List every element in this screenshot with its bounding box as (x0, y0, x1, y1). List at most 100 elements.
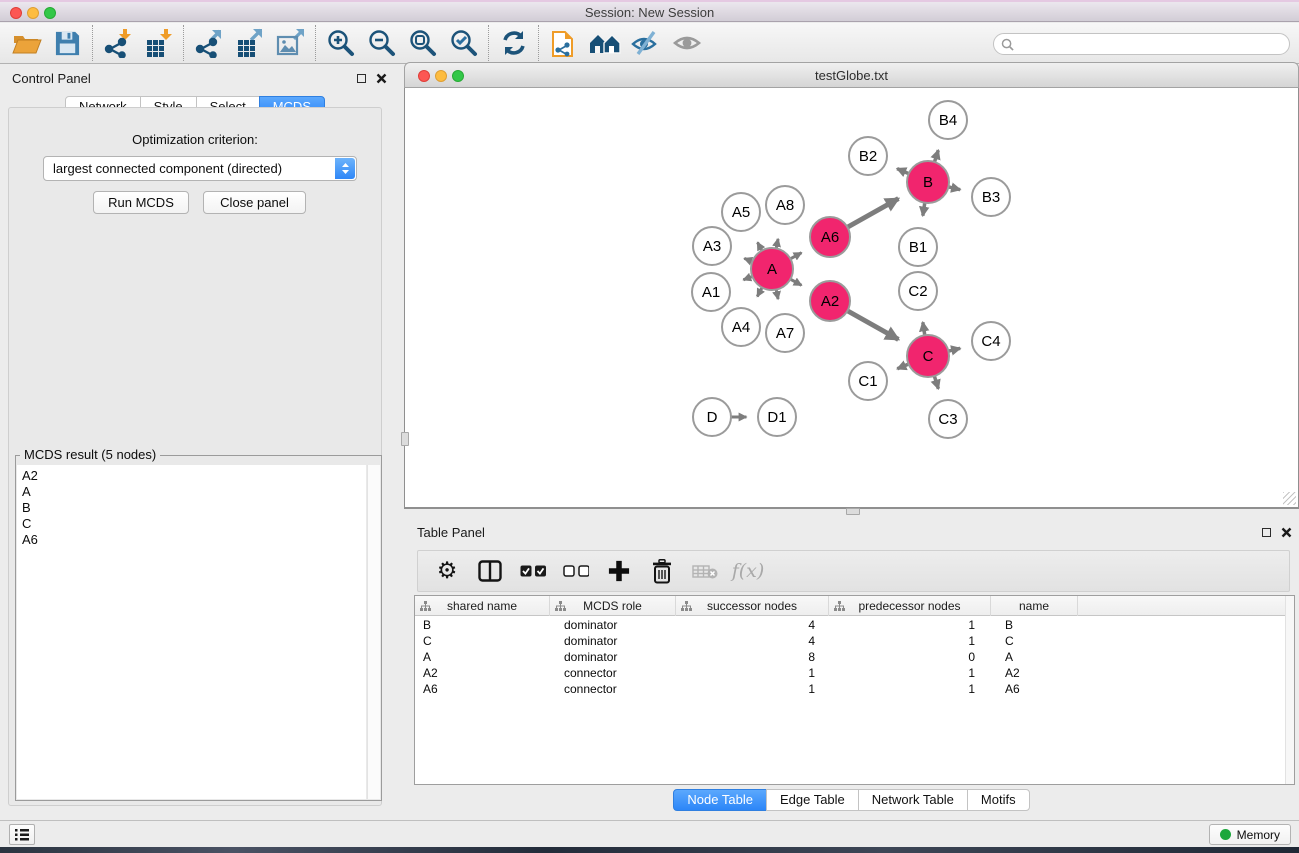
close-panel-icon[interactable] (376, 73, 387, 84)
mcds-result-list[interactable]: A2ABCA6 (17, 465, 366, 799)
node-A2[interactable]: A2 (810, 281, 850, 321)
cell-shared-name[interactable]: A2 (415, 665, 550, 681)
node-D1[interactable]: D1 (758, 398, 796, 436)
node-B4[interactable]: B4 (929, 101, 967, 139)
column-header-successor-nodes[interactable]: successor nodes (676, 596, 829, 616)
zoom-fit-button[interactable] (402, 24, 443, 62)
node-A4[interactable]: A4 (722, 308, 760, 346)
cell-name[interactable]: C (991, 633, 1078, 649)
table-row[interactable]: A6connector11A6 (415, 681, 1285, 697)
cell-predecessor-nodes[interactable]: 1 (829, 681, 991, 697)
save-session-button[interactable] (47, 24, 88, 62)
cell-successor-nodes[interactable]: 1 (676, 665, 829, 681)
cell-predecessor-nodes[interactable]: 1 (829, 617, 991, 633)
task-history-button[interactable] (9, 824, 35, 845)
network-canvas[interactable]: A A1 A2 A3 A4 A5 A6 A7 A8 B B1 B2 B3 B4 C C1 C2 C3 C4 D D1 (404, 88, 1299, 509)
node-D[interactable]: D (693, 398, 731, 436)
zoom-in-button[interactable] (320, 24, 361, 62)
table-row[interactable]: Adominator80A (415, 649, 1285, 665)
cell-MCDS-role[interactable]: dominator (550, 633, 676, 649)
result-item[interactable]: A6 (22, 532, 366, 548)
cell-shared-name[interactable]: B (415, 617, 550, 633)
delete-column-button[interactable] (649, 556, 675, 586)
cell-MCDS-role[interactable]: connector (550, 681, 676, 697)
network-window-titlebar[interactable]: testGlobe.txt (404, 62, 1299, 88)
memory-button[interactable]: Memory (1209, 824, 1291, 845)
cell-shared-name[interactable]: A (415, 649, 550, 665)
column-header-predecessor-nodes[interactable]: predecessor nodes (829, 596, 991, 616)
zoom-out-button[interactable] (361, 24, 402, 62)
cell-MCDS-role[interactable]: connector (550, 665, 676, 681)
table-close-icon[interactable] (1281, 527, 1292, 538)
table-row[interactable]: A2connector11A2 (415, 665, 1285, 681)
split-columns-button[interactable] (477, 556, 503, 586)
column-header-MCDS-role[interactable]: MCDS role (550, 596, 676, 616)
result-item[interactable]: A2 (22, 468, 366, 484)
column-header-name[interactable]: name (991, 596, 1078, 616)
column-header-shared-name[interactable]: shared name (415, 596, 550, 616)
cell-name[interactable]: A (991, 649, 1078, 665)
node-C2[interactable]: C2 (899, 272, 937, 310)
table-settings-button[interactable]: ⚙ (434, 556, 460, 586)
node-B3[interactable]: B3 (972, 178, 1010, 216)
cell-shared-name[interactable]: C (415, 633, 550, 649)
close-panel-button[interactable]: Close panel (203, 191, 306, 214)
resize-grip[interactable] (1283, 492, 1296, 505)
search-field[interactable] (993, 33, 1290, 55)
add-column-button[interactable] (606, 556, 632, 586)
result-item[interactable]: C (22, 516, 366, 532)
cell-predecessor-nodes[interactable]: 1 (829, 633, 991, 649)
result-item[interactable]: B (22, 500, 366, 516)
table-row[interactable]: Bdominator41B (415, 617, 1285, 633)
node-B1[interactable]: B1 (899, 228, 937, 266)
node-A8[interactable]: A8 (766, 186, 804, 224)
tab-edge-table[interactable]: Edge Table (766, 789, 859, 811)
export-network-button[interactable] (188, 24, 229, 62)
cell-successor-nodes[interactable]: 8 (676, 649, 829, 665)
node-C3[interactable]: C3 (929, 400, 967, 438)
node-C1[interactable]: C1 (849, 362, 887, 400)
clone-network-button[interactable] (543, 24, 584, 62)
refresh-button[interactable] (493, 24, 534, 62)
export-image-button[interactable] (270, 24, 311, 62)
hide-columns-button[interactable] (563, 556, 589, 586)
node-A[interactable]: A (751, 248, 793, 290)
cell-name[interactable]: A2 (991, 665, 1078, 681)
tab-network-table[interactable]: Network Table (858, 789, 968, 811)
open-folder-button[interactable] (6, 24, 47, 62)
cell-predecessor-nodes[interactable]: 1 (829, 665, 991, 681)
node-A1[interactable]: A1 (692, 273, 730, 311)
show-eye-button[interactable] (666, 24, 707, 62)
cell-successor-nodes[interactable]: 4 (676, 633, 829, 649)
cell-name[interactable]: B (991, 617, 1078, 633)
result-scrollbar[interactable] (367, 465, 380, 799)
node-C4[interactable]: C4 (972, 322, 1010, 360)
node-A6[interactable]: A6 (810, 217, 850, 257)
export-table-button[interactable] (229, 24, 270, 62)
table-float-icon[interactable] (1262, 528, 1271, 537)
import-table-button[interactable] (138, 24, 179, 62)
hide-selected-button[interactable] (625, 24, 666, 62)
home-button[interactable] (584, 24, 625, 62)
node-B[interactable]: B (907, 161, 949, 203)
vertical-scroll-thumb[interactable] (401, 432, 409, 446)
search-input[interactable] (1019, 37, 1279, 51)
horizontal-scroll-thumb[interactable] (846, 508, 860, 515)
cell-successor-nodes[interactable]: 4 (676, 617, 829, 633)
node-A5[interactable]: A5 (722, 193, 760, 231)
tab-motifs[interactable]: Motifs (967, 789, 1030, 811)
import-network-button[interactable] (97, 24, 138, 62)
float-panel-icon[interactable] (357, 74, 366, 83)
node-A7[interactable]: A7 (766, 314, 804, 352)
cell-shared-name[interactable]: A6 (415, 681, 550, 697)
node-A3[interactable]: A3 (693, 227, 731, 265)
table-row[interactable]: Cdominator41C (415, 633, 1285, 649)
node-C[interactable]: C (907, 335, 949, 377)
cell-name[interactable]: A6 (991, 681, 1078, 697)
run-mcds-button[interactable]: Run MCDS (93, 191, 189, 214)
zoom-selected-button[interactable] (443, 24, 484, 62)
table-scrollbar[interactable] (1285, 596, 1294, 784)
node-B2[interactable]: B2 (849, 137, 887, 175)
criterion-dropdown[interactable]: largest connected component (directed) (43, 156, 357, 181)
cell-predecessor-nodes[interactable]: 0 (829, 649, 991, 665)
